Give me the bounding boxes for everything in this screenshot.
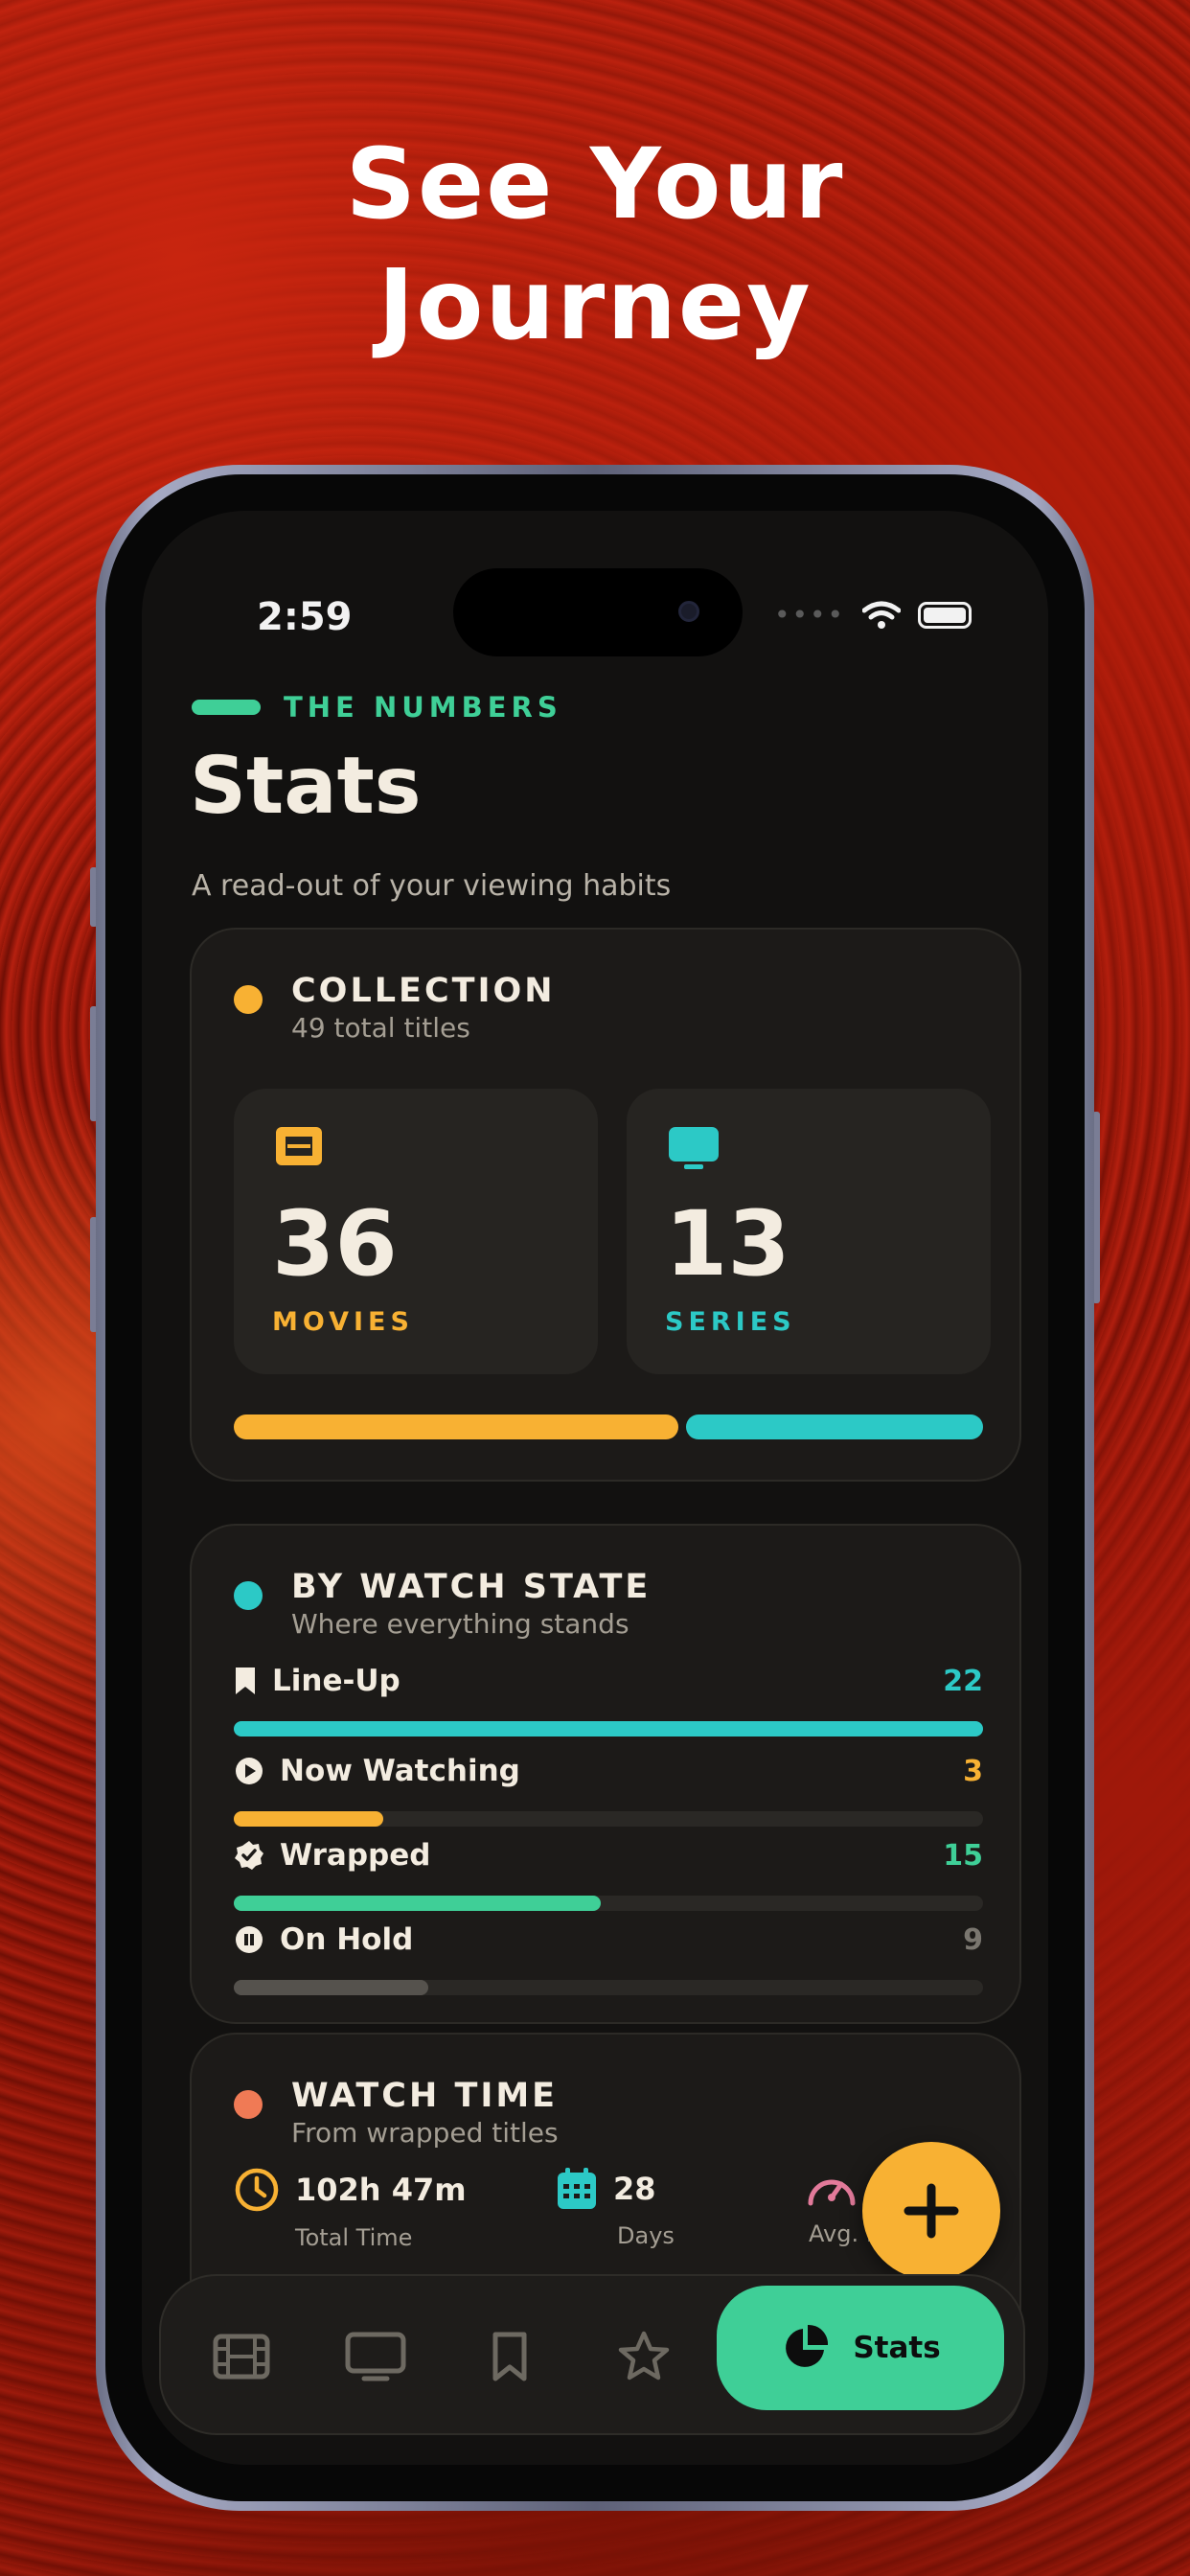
state-row-now-watching[interactable]: Now Watching 3 [234,1750,983,1827]
app-screen: 2:59 •••• THE NUMBERS Stats A read-out o… [142,511,1048,2465]
pie-chart-icon [786,2324,829,2367]
movies-label: MOVIES [272,1307,414,1337]
bookmark-icon [492,2332,527,2381]
status-time: 2:59 [257,595,353,639]
movies-share-bar [234,1414,679,1439]
tab-bar: Stats [159,2274,1025,2435]
collection-card-header: COLLECTION 49 total titles [234,972,556,1044]
total-time-label: Total Time [295,2224,413,2251]
promo-headline: See Your Journey [0,125,1190,366]
state-track [234,1721,983,1736]
page-subtitle: A read-out of your viewing habits [192,869,672,903]
collection-split-bar [234,1414,983,1439]
watch-time-title: WATCH TIME [291,2077,559,2115]
promo-line-1: See Your [345,127,845,242]
film-icon [276,1127,322,1165]
tab-movies[interactable] [209,2324,274,2389]
watch-state-title: BY WATCH STATE [291,1568,652,1606]
dynamic-island [453,568,743,656]
collection-title: COLLECTION [291,972,556,1010]
play-circle-icon [236,1758,263,1784]
tab-favorites[interactable] [611,2324,676,2389]
state-fill [234,1980,429,1995]
series-share-bar [686,1414,983,1439]
collection-dot [234,985,263,1014]
movies-count: 36 [272,1192,398,1297]
state-fill [234,1811,384,1827]
eyebrow-label: THE NUMBERS [284,691,562,724]
state-track [234,1811,983,1827]
film-icon [213,2334,270,2380]
series-tile[interactable]: 13 SERIES [627,1089,991,1374]
watch-state-card-header: BY WATCH STATE Where everything stands [234,1568,651,1640]
watch-time-subtitle: From wrapped titles [291,2117,559,2149]
watch-state-subtitle: Where everything stands [291,1608,629,1640]
promo-line-2: Journey [378,248,812,362]
total-time-stat: 102h 47m Total Time [234,2167,467,2251]
phone-bezel: 2:59 •••• THE NUMBERS Stats A read-out o… [105,474,1085,2501]
phone-frame: 2:59 •••• THE NUMBERS Stats A read-out o… [96,465,1094,2511]
state-count: 9 [963,1922,983,1957]
plus-icon [904,2183,959,2239]
watch-time-card-header: WATCH TIME From wrapped titles [234,2077,559,2149]
series-label: SERIES [665,1307,796,1337]
days-label: Days [617,2222,675,2249]
calendar-icon [558,2168,596,2209]
watch-state-card: BY WATCH STATE Where everything stands L… [190,1524,1021,2024]
days-stat: 28 Days [556,2167,675,2249]
state-fill [234,1721,983,1736]
tab-stats[interactable]: Stats [717,2286,1004,2410]
tab-lineup[interactable] [477,2324,542,2389]
clock-icon [235,2168,279,2212]
tab-series[interactable] [343,2324,408,2389]
pause-circle-icon [236,1926,263,1953]
total-time-value: 102h 47m [295,2172,467,2208]
add-title-button[interactable] [862,2142,1000,2280]
state-label: Wrapped [280,1838,431,1873]
watch-state-dot [234,1581,263,1610]
state-count: 15 [943,1838,983,1873]
status-indicators: •••• [774,599,972,631]
section-eyebrow: THE NUMBERS [192,691,562,724]
star-icon [618,2331,670,2380]
tv-icon [345,2332,406,2381]
bookmark-icon [236,1668,255,1694]
days-value: 28 [613,2171,656,2207]
collection-subtitle: 49 total titles [291,1012,470,1044]
camera-icon [678,601,699,622]
tv-icon [669,1127,719,1169]
series-count: 13 [665,1192,790,1297]
battery-icon [918,601,972,629]
state-fill [234,1896,602,1911]
wifi-icon [862,601,901,629]
watch-time-dot [234,2090,263,2119]
state-row-wrapped[interactable]: Wrapped 15 [234,1834,983,1911]
tab-stats-label: Stats [853,2331,941,2365]
state-row-on-hold[interactable]: On Hold 9 [234,1919,983,1995]
state-row-lineup[interactable]: Line-Up 22 [234,1660,983,1736]
movies-tile[interactable]: 36 MOVIES [234,1089,598,1374]
state-label: Line-Up [272,1664,400,1698]
state-count: 3 [963,1754,983,1788]
collection-card: COLLECTION 49 total titles 36 MOVIES 13 … [190,928,1021,1482]
state-label: On Hold [280,1922,414,1957]
state-track [234,1896,983,1911]
state-label: Now Watching [280,1754,520,1788]
state-track [234,1980,983,1995]
speedometer-icon [808,2179,856,2206]
state-count: 22 [943,1664,983,1698]
eyebrow-accent-bar [192,700,261,715]
check-badge-icon [235,1841,263,1870]
page-title: Stats [190,741,422,832]
signal-dots: •••• [773,599,845,631]
